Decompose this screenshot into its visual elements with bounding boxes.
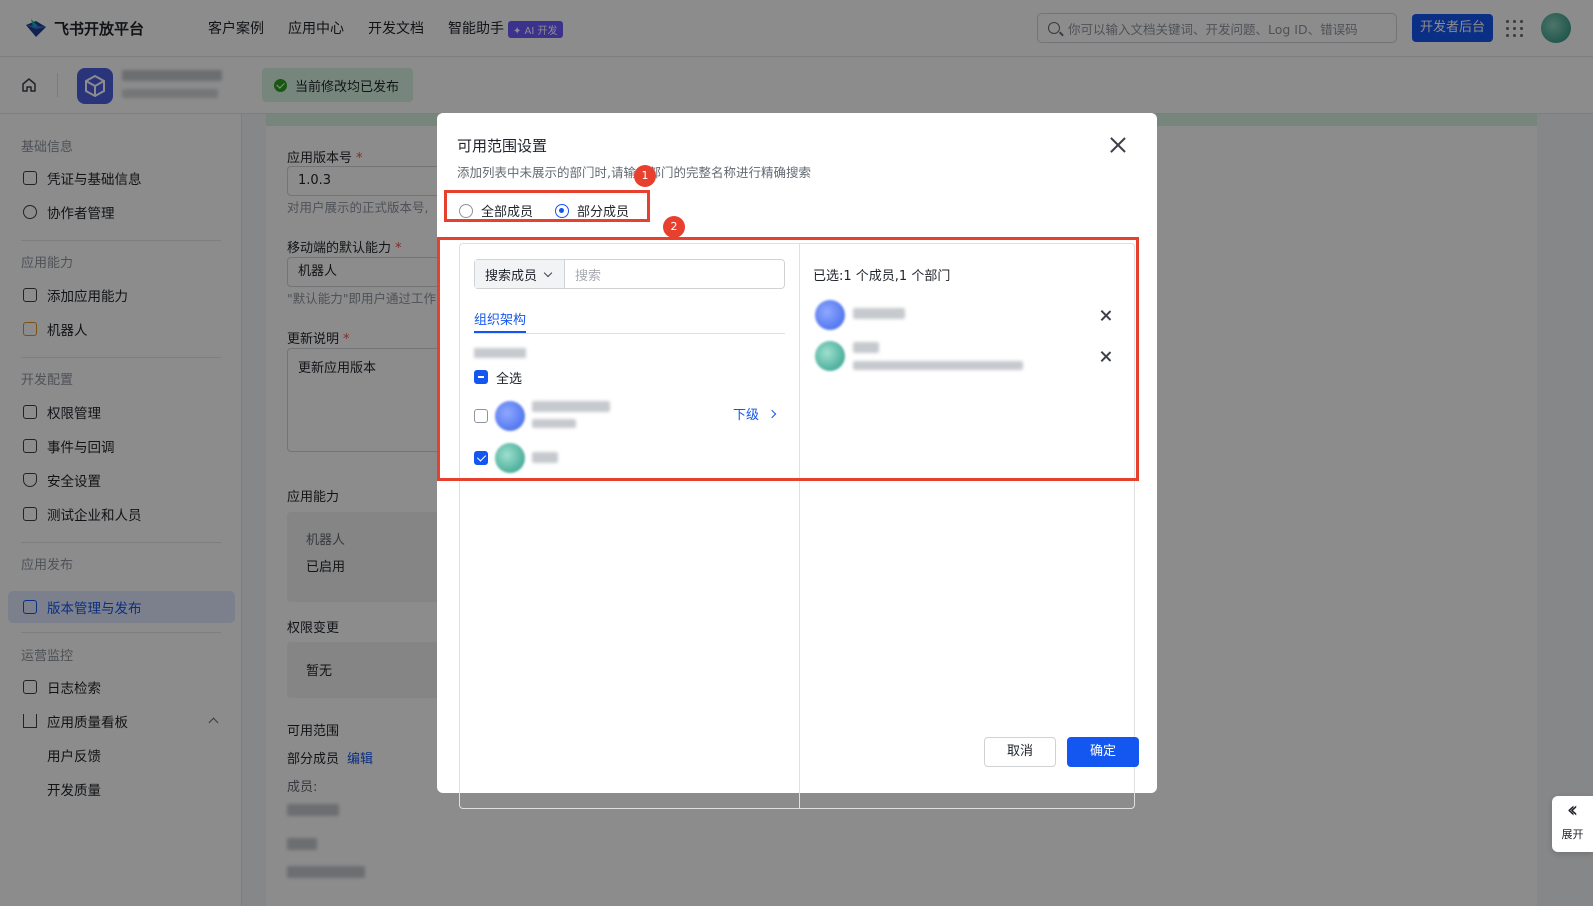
close-icon[interactable] bbox=[1108, 135, 1128, 155]
annotation-badge-2: 2 bbox=[663, 216, 685, 238]
dialog-title: 可用范围设置 bbox=[457, 137, 548, 155]
confirm-button[interactable]: 确定 bbox=[1067, 737, 1139, 767]
cancel-button[interactable]: 取消 bbox=[984, 737, 1056, 767]
expand-button[interactable]: ‹‹ 展开 bbox=[1552, 796, 1593, 852]
annotation-box-1 bbox=[444, 190, 650, 222]
annotation-badge-1: 1 bbox=[634, 165, 656, 187]
expand-label: 展开 bbox=[1561, 828, 1584, 841]
annotation-box-2 bbox=[437, 237, 1139, 481]
scope-settings-dialog: 可用范围设置 添加列表中未展示的部门时,请输入部门的完整名称进行精确搜索 全部成… bbox=[437, 113, 1157, 809]
double-chevron-left-icon: ‹‹ bbox=[1566, 798, 1579, 823]
